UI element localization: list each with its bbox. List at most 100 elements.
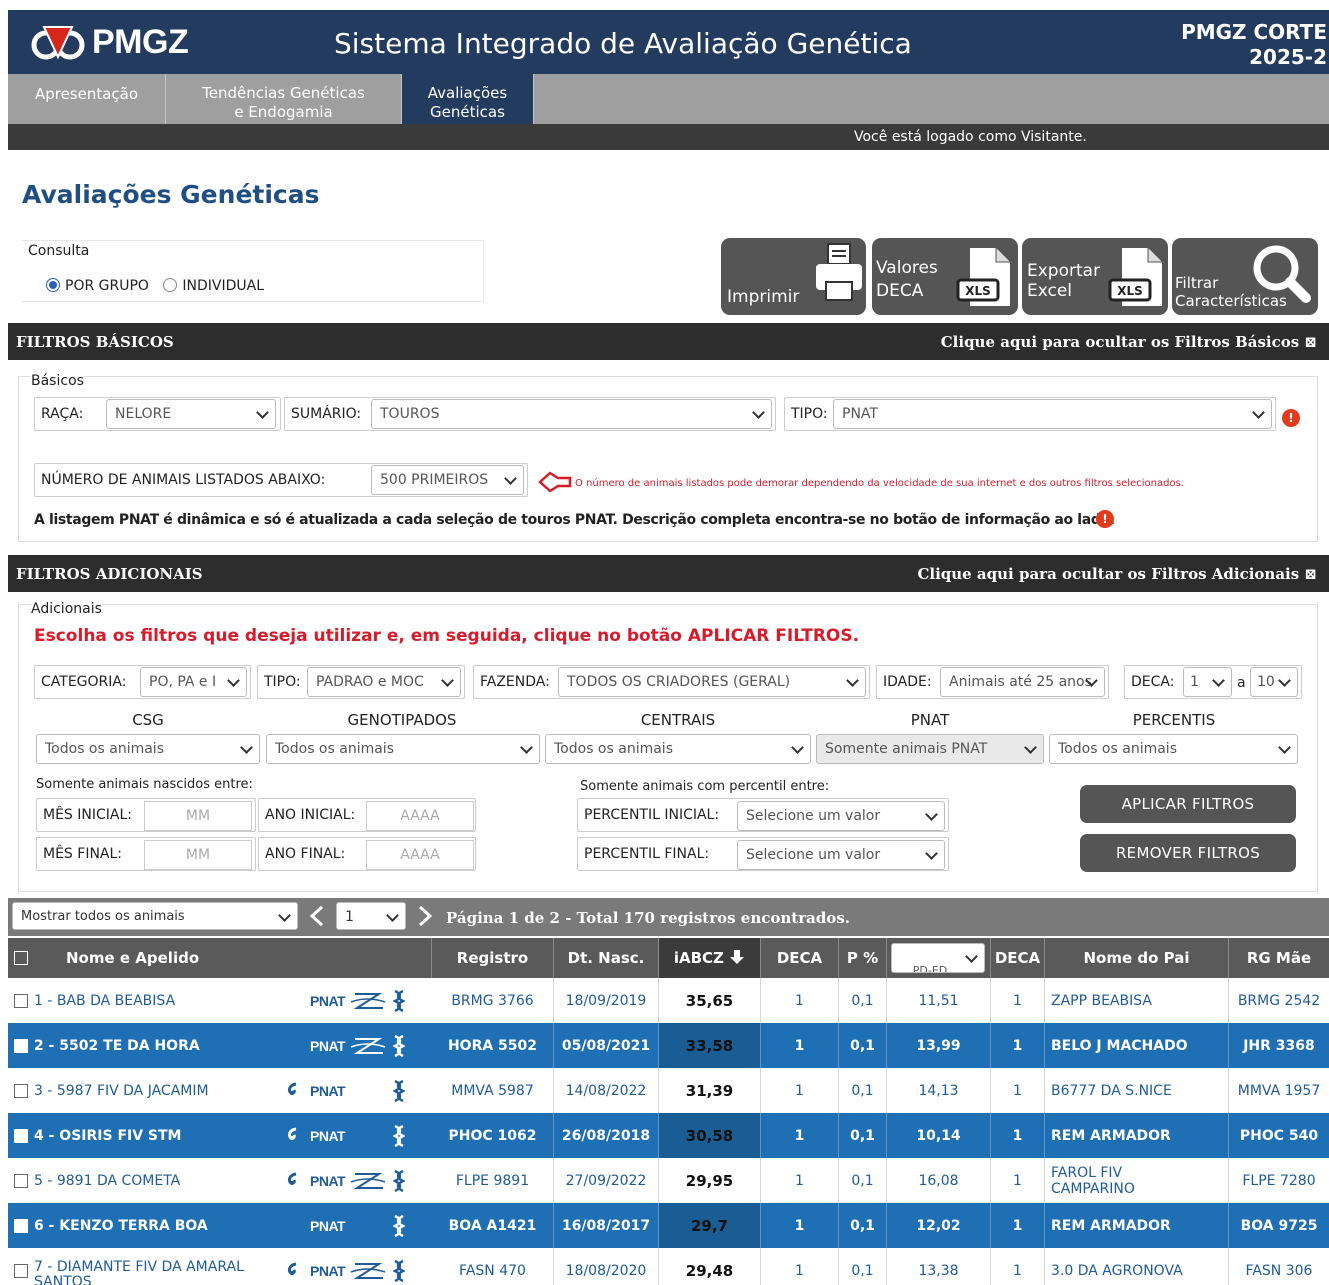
animal-name-cell[interactable]: 7 - DIAMANTE FIV DA AMARAL SANTOS	[8, 1248, 298, 1285]
animal-name-cell[interactable]: 1 - BAB DA BEABISA	[8, 978, 298, 1023]
row-checkbox[interactable]	[14, 1128, 28, 1143]
tipo-adicional-select[interactable]: PADRAO e MOC	[307, 667, 461, 697]
radio-por-grupo[interactable]	[46, 278, 60, 292]
semen-icon	[287, 1082, 297, 1095]
tab-apresentacao[interactable]: Apresentação	[8, 74, 166, 124]
mother-rg-cell[interactable]: PHOC 540	[1229, 1113, 1329, 1158]
toggle-basic-filters[interactable]: Clique aqui para ocultar os Filtros Bási…	[941, 333, 1317, 351]
registro-cell[interactable]: MMVA 5987	[432, 1068, 554, 1113]
father-cell[interactable]: B6777 DA S.NICE	[1045, 1068, 1229, 1113]
pmgz-logo[interactable]: PMGZ	[30, 20, 189, 64]
radio-individual[interactable]	[163, 278, 178, 292]
percentil-between-label: Somente animais com percentil entre:	[580, 779, 830, 794]
tab-tendencias[interactable]: Tendências Genéticas e Endogamia	[166, 74, 402, 124]
th-deca2[interactable]: DECA	[991, 938, 1045, 978]
th-rg-mae[interactable]: RG Mãe	[1229, 938, 1329, 978]
father-cell[interactable]: BELO J MACHADO	[1045, 1023, 1229, 1068]
percentil-final-select[interactable]: Selecione um valor	[737, 840, 945, 870]
table-row[interactable]: 2 - 5502 TE DA HORA PNAT HORA 5502 05/08/20…	[8, 1023, 1329, 1068]
animal-name-cell[interactable]: 5 - 9891 DA COMETA	[8, 1158, 298, 1203]
deca-to-select[interactable]: 10	[1250, 667, 1298, 697]
deca-cell: 1	[761, 1113, 839, 1158]
row-checkbox[interactable]	[14, 1263, 28, 1278]
table-row[interactable]: 1 - BAB DA BEABISA PNAT BRMG 3766 18/09/201…	[8, 978, 1329, 1023]
centrais-select[interactable]: Todos os animais	[545, 734, 811, 764]
row-checkbox[interactable]	[14, 1173, 28, 1188]
next-page-icon[interactable]	[416, 905, 434, 927]
page-select[interactable]: 1	[336, 902, 406, 930]
th-nome-pai[interactable]: Nome do Pai	[1045, 938, 1229, 978]
row-checkbox[interactable]	[14, 1083, 28, 1098]
show-animals-select[interactable]: Mostrar todos os animais	[12, 902, 298, 930]
animal-name-cell[interactable]: 6 - KENZO TERRA BOA	[8, 1203, 298, 1248]
table-row[interactable]: 5 - 9891 DA COMETA PNAT FLPE 9891 27/09/202…	[8, 1158, 1329, 1203]
toggle-additional-filters[interactable]: Clique aqui para ocultar os Filtros Adic…	[917, 565, 1317, 583]
th-iabcz[interactable]: iABCZ	[659, 938, 761, 978]
row-checkbox[interactable]	[14, 1038, 28, 1053]
table-row[interactable]: 4 - OSIRIS FIV STM PNAT PHOC 1062 26/08/201…	[8, 1113, 1329, 1158]
percentis-select[interactable]: Todos os animais	[1049, 734, 1298, 764]
ano-inicial-input[interactable]: AAAA	[366, 801, 474, 831]
csg-select[interactable]: Todos os animais	[36, 734, 260, 764]
registro-cell[interactable]: HORA 5502	[432, 1023, 554, 1068]
registro-cell[interactable]: FLPE 9891	[432, 1158, 554, 1203]
fazenda-select[interactable]: TODOS OS CRIADORES (GERAL)	[558, 667, 866, 697]
percentil-inicial-select[interactable]: Selecione um valor	[737, 801, 945, 831]
info-icon[interactable]: !	[1282, 409, 1300, 427]
sumario-select[interactable]: TOUROS	[371, 399, 772, 429]
mother-rg-cell[interactable]: FASN 306	[1229, 1248, 1329, 1285]
father-cell[interactable]: ZAPP BEABISA	[1045, 978, 1229, 1023]
animal-name-cell[interactable]: 3 - 5987 FIV DA JACAMIM	[8, 1068, 298, 1113]
remove-filters-button[interactable]: REMOVER FILTROS	[1080, 834, 1296, 872]
registro-cell[interactable]: PHOC 1062	[432, 1113, 554, 1158]
row-checkbox[interactable]	[14, 993, 28, 1008]
num-animais-select[interactable]: 500 PRIMEIROS	[371, 465, 524, 495]
th-pd-ed[interactable]: PD-ED	[887, 938, 991, 978]
animal-name-cell[interactable]: 2 - 5502 TE DA HORA	[8, 1023, 298, 1068]
th-p[interactable]: P %	[839, 938, 887, 978]
father-cell[interactable]: FAROL FIV CAMPARINO	[1045, 1158, 1229, 1203]
pnat-select[interactable]: Somente animais PNAT	[816, 734, 1044, 764]
mes-inicial-input[interactable]: MM	[144, 801, 252, 831]
table-row[interactable]: 6 - KENZO TERRA BOA PNAT BOA A1421 16/08/20…	[8, 1203, 1329, 1248]
apply-filters-button[interactable]: APLICAR FILTROS	[1080, 785, 1296, 823]
pd-ed-select[interactable]: PD-ED	[891, 943, 985, 973]
father-cell[interactable]: 3.0 DA AGRONOVA	[1045, 1248, 1229, 1285]
th-dt-nasc[interactable]: Dt. Nasc.	[554, 938, 659, 978]
mother-rg-cell[interactable]: BRMG 2542	[1229, 978, 1329, 1023]
genotipados-select[interactable]: Todos os animais	[266, 734, 540, 764]
animal-name-cell[interactable]: 4 - OSIRIS FIV STM	[8, 1113, 298, 1158]
table-row[interactable]: 7 - DIAMANTE FIV DA AMARAL SANTOS PNAT FASN…	[8, 1248, 1329, 1285]
edition-label: PMGZ CORTE 2025-2	[1181, 20, 1327, 70]
filtrar-caracteristicas-button[interactable]: Filtrar Características	[1172, 238, 1318, 315]
th-deca[interactable]: DECA	[761, 938, 839, 978]
table-row[interactable]: 3 - 5987 FIV DA JACAMIM PNAT MMVA 5987 14/0…	[8, 1068, 1329, 1113]
categoria-select[interactable]: PO, PA e I	[140, 667, 247, 697]
info-icon[interactable]: !	[1096, 510, 1114, 528]
mother-rg-cell[interactable]: BOA 9725	[1229, 1203, 1329, 1248]
row-checkbox[interactable]	[14, 1218, 28, 1233]
th-name[interactable]: Nome e Apelido	[8, 938, 432, 978]
p-cell: 0,1	[839, 1203, 887, 1248]
deca-from-select[interactable]: 1	[1183, 667, 1232, 697]
registro-cell[interactable]: BRMG 3766	[432, 978, 554, 1023]
mes-final-input[interactable]: MM	[144, 840, 252, 870]
print-button[interactable]: Imprimir	[721, 238, 866, 315]
tab-avaliacoes[interactable]: Avaliações Genéticas	[402, 74, 534, 124]
mother-rg-cell[interactable]: JHR 3368	[1229, 1023, 1329, 1068]
father-cell[interactable]: REM ARMADOR	[1045, 1203, 1229, 1248]
registro-cell[interactable]: BOA A1421	[432, 1203, 554, 1248]
raca-select[interactable]: NELORE	[106, 399, 276, 429]
prev-page-icon[interactable]	[308, 905, 326, 927]
ano-final-input[interactable]: AAAA	[366, 840, 474, 870]
tipo-select[interactable]: PNAT	[833, 399, 1272, 429]
exportar-excel-button[interactable]: Exportar Excel XLS	[1022, 238, 1168, 315]
select-all-checkbox[interactable]	[14, 951, 28, 965]
idade-select[interactable]: Animais até 25 anos	[940, 667, 1105, 697]
mother-rg-cell[interactable]: FLPE 7280	[1229, 1158, 1329, 1203]
registro-cell[interactable]: FASN 470	[432, 1248, 554, 1285]
mother-rg-cell[interactable]: MMVA 1957	[1229, 1068, 1329, 1113]
valores-deca-button[interactable]: Valores DECA XLS	[872, 238, 1018, 315]
th-registro[interactable]: Registro	[432, 938, 554, 978]
father-cell[interactable]: REM ARMADOR	[1045, 1113, 1229, 1158]
